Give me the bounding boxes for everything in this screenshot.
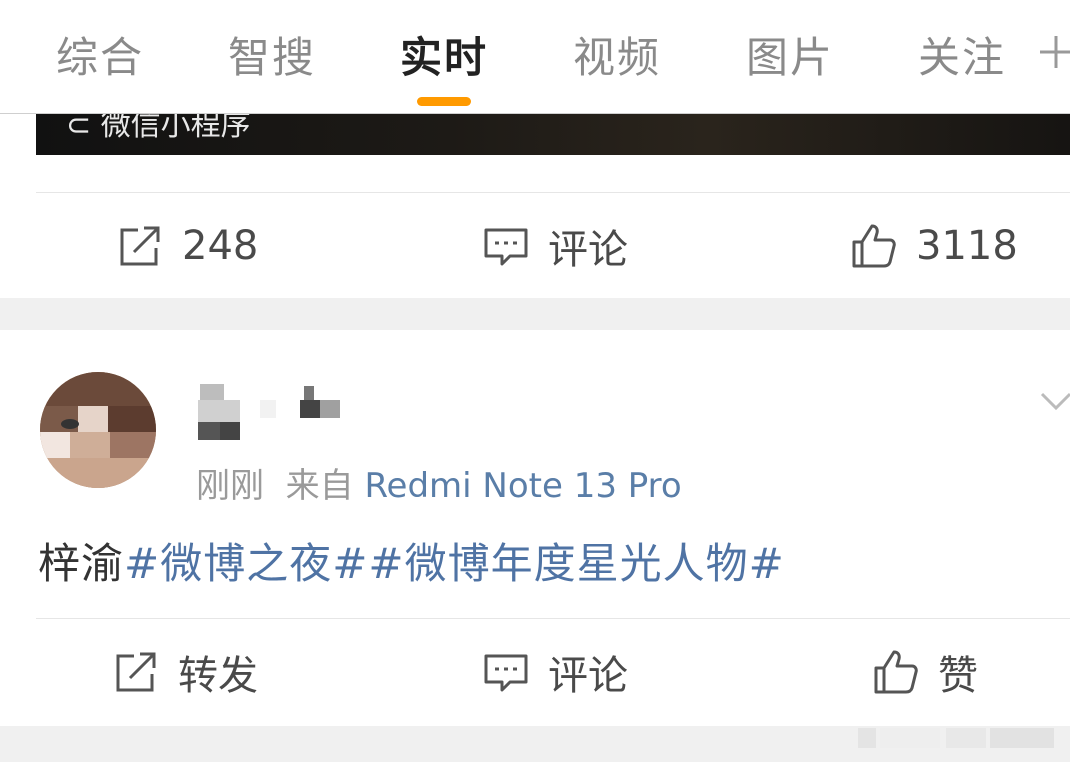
repost-count: 248 <box>182 223 259 269</box>
like-button[interactable]: 3118 <box>850 196 1018 296</box>
comment-label: 评论 <box>548 227 628 273</box>
source-device[interactable]: Redmi Note 13 Pro <box>364 466 681 506</box>
post-text: 梓渝 <box>38 539 125 588</box>
top-post-action-bar: 248 评论 3118 <box>0 196 1070 296</box>
avatar[interactable] <box>40 372 156 488</box>
share-icon <box>120 226 160 266</box>
plus-icon[interactable] <box>1036 30 1070 74</box>
chevron-down-icon[interactable] <box>1038 386 1070 416</box>
repost-label: 转发 <box>178 653 258 699</box>
like-count: 3118 <box>916 223 1018 269</box>
repost-button[interactable]: 248 <box>116 196 258 296</box>
comment-icon <box>484 654 528 692</box>
feed-separator <box>0 298 1070 330</box>
comment-button[interactable]: 评论 <box>482 622 628 722</box>
tab-video[interactable]: 视频 <box>573 24 661 85</box>
link-icon: ⊂ <box>66 114 92 143</box>
post-content: 梓渝#微博之夜##微博年度星光人物# <box>38 530 785 591</box>
media-preview[interactable]: ⊂ 微信小程序 <box>36 114 1070 155</box>
comment-label: 评论 <box>548 653 628 699</box>
thumbs-up-icon <box>874 650 918 694</box>
tab-realtime[interactable]: 实时 <box>400 24 488 85</box>
hashtag-link[interactable]: #微博之夜# <box>124 539 368 588</box>
media-caption: ⊂ 微信小程序 <box>66 114 251 144</box>
source-prefix: 来自 <box>285 466 354 506</box>
share-icon <box>116 652 156 692</box>
comment-icon <box>484 228 528 266</box>
divider <box>36 192 1070 193</box>
tab-comprehensive[interactable]: 综合 <box>56 24 144 85</box>
comment-button[interactable]: 评论 <box>482 196 628 296</box>
like-label: 赞 <box>938 653 978 699</box>
watermark-strip <box>858 728 1054 748</box>
tab-images[interactable]: 图片 <box>746 24 834 85</box>
active-tab-indicator <box>417 97 471 106</box>
post-time: 刚刚 <box>196 466 264 506</box>
search-tab-bar: 综合 智搜 实时 视频 图片 关注 <box>0 0 1070 114</box>
like-button[interactable]: 赞 <box>872 622 978 722</box>
hashtag-link[interactable]: #微博年度星光人物# <box>368 539 784 588</box>
tab-following[interactable]: 关注 <box>918 24 1006 85</box>
post-action-bar: 转发 评论 赞 <box>0 622 1070 722</box>
post-meta: 刚刚 来自 Redmi Note 13 Pro <box>196 458 682 507</box>
thumbs-up-icon <box>852 224 896 268</box>
divider <box>36 618 1070 619</box>
tab-smart-search[interactable]: 智搜 <box>228 24 316 85</box>
repost-button[interactable]: 转发 <box>112 622 258 722</box>
username-blurred[interactable] <box>198 384 348 442</box>
